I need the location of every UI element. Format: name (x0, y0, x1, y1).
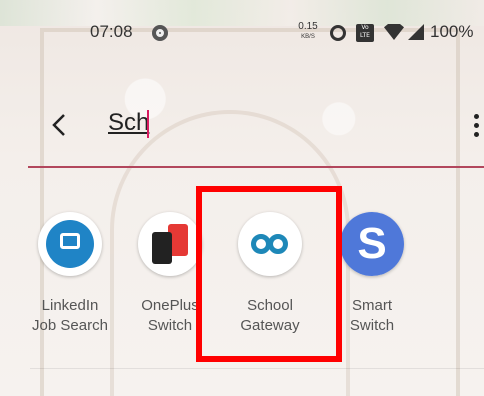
results-bottom-divider (30, 368, 484, 369)
status-time: 07:08 (90, 22, 133, 41)
back-button[interactable] (48, 112, 72, 138)
wifi-icon (384, 24, 404, 40)
app-oneplus-switch[interactable]: OnePlus Switch (120, 212, 220, 336)
smart-switch-icon: S (340, 212, 404, 276)
network-speed: 0.15 KB/S (297, 22, 319, 42)
search-bar (0, 100, 484, 150)
search-input[interactable] (108, 106, 428, 140)
app-label: LinkedIn Job Search (32, 297, 108, 334)
cell-signal-icon (408, 24, 424, 40)
back-arrow-icon (52, 114, 65, 136)
app-results: LinkedIn Job Search OnePlus Switch Schoo… (0, 212, 484, 352)
alarm-icon (330, 25, 346, 41)
app-smart-switch[interactable]: S Smart Switch (322, 212, 422, 336)
text-cursor (147, 110, 149, 138)
volte-icon: Vo LTE (356, 24, 374, 42)
battery-percentage: 100% (430, 22, 474, 41)
app-label: School Gateway (240, 297, 300, 334)
oneplus-switch-icon (138, 212, 202, 276)
school-gateway-icon (238, 212, 302, 276)
linkedin-icon (38, 212, 102, 276)
more-options-icon[interactable] (474, 114, 480, 138)
search-divider (28, 166, 484, 168)
network-speed-value: 0.15 (298, 21, 318, 32)
network-speed-unit: KB/S (301, 34, 315, 40)
chrome-notification-icon (152, 25, 168, 41)
status-bar: 07:08 0.15 KB/S Vo LTE 100% (0, 16, 484, 54)
smart-switch-glyph: S (340, 212, 404, 276)
app-label: Smart Switch (349, 297, 395, 334)
app-linkedin-job-search[interactable]: LinkedIn Job Search (20, 212, 120, 336)
app-label: OnePlus Switch (141, 297, 199, 334)
app-school-gateway[interactable]: School Gateway (220, 212, 320, 336)
